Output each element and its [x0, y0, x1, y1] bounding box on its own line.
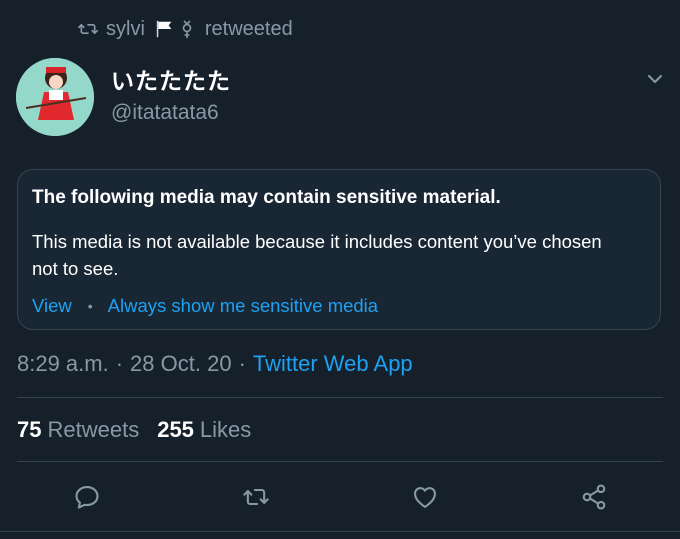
retweets-label: Retweets — [47, 417, 140, 442]
flag-emoji — [155, 19, 197, 39]
like-icon — [414, 487, 436, 508]
bottom-divider — [0, 531, 680, 532]
handle[interactable]: @itatatata6 — [111, 101, 219, 125]
notice-body: This media is not available because it i… — [32, 231, 602, 279]
meta-separator-2: · — [238, 351, 246, 376]
sensitive-media-notice: The following media may contain sensitiv… — [17, 169, 661, 330]
tweet-time[interactable]: 8:29 a.m. — [17, 351, 109, 376]
retweets-stat[interactable]: 75 Retweets — [17, 417, 139, 443]
retweet-icon — [78, 24, 98, 35]
chevron-down-icon — [648, 75, 662, 83]
separator-dot: • — [87, 298, 93, 314]
view-link[interactable]: View — [32, 295, 72, 317]
tweet-meta: 8:29 a.m. · 28 Oct. 20 · Twitter Web App — [17, 351, 413, 377]
tweet-stats: 75 Retweets 255 Likes — [17, 417, 251, 443]
retweets-count: 75 — [17, 417, 42, 442]
likes-stat[interactable]: 255 Likes — [157, 417, 251, 443]
tweet-date[interactable]: 28 Oct. 20 — [130, 351, 232, 376]
meta-separator: · — [115, 351, 124, 376]
share-button[interactable] — [578, 481, 610, 513]
likes-label: Likes — [199, 417, 252, 442]
more-options-button[interactable] — [642, 66, 668, 92]
always-show-link[interactable]: Always show me sensitive media — [108, 295, 378, 317]
like-button[interactable] — [409, 481, 441, 513]
divider — [17, 461, 663, 462]
tweet-actions — [0, 475, 680, 517]
retweeter-name[interactable]: sylvi — [106, 18, 145, 41]
avatar[interactable] — [16, 58, 94, 136]
divider — [17, 397, 663, 398]
reply-icon — [75, 486, 99, 509]
retweet-button[interactable] — [240, 481, 272, 513]
likes-count: 255 — [157, 417, 194, 442]
reply-button[interactable] — [71, 481, 103, 513]
retweet-label: retweeted — [204, 17, 293, 40]
notice-actions: View • Always show me sensitive media — [32, 295, 378, 317]
notice-title: The following media may contain sensitiv… — [32, 187, 501, 208]
tweet-source[interactable]: Twitter Web App — [253, 351, 413, 376]
display-name[interactable]: いたたたた — [111, 62, 231, 96]
retweet-context: sylvi retweeted — [78, 15, 293, 43]
share-icon — [582, 484, 606, 510]
retweet-icon — [243, 488, 269, 506]
